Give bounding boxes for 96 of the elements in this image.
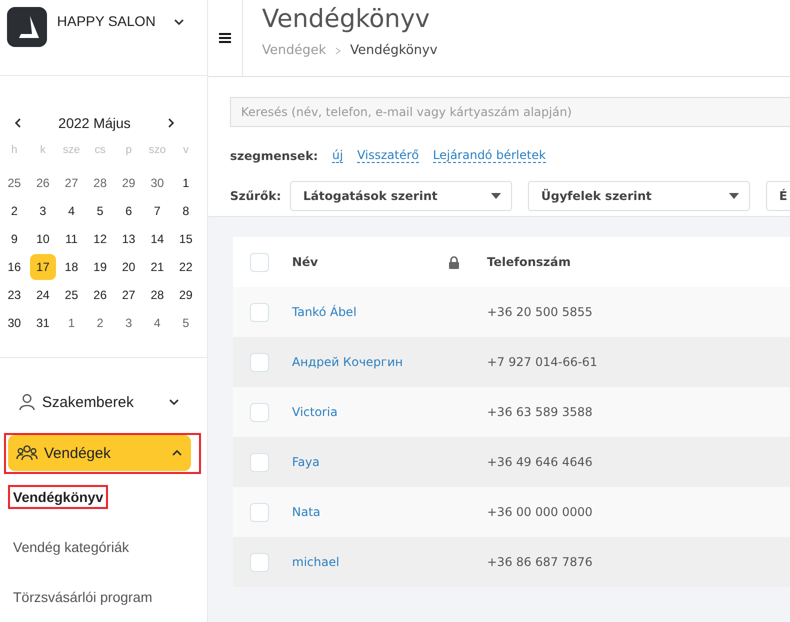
calendar-day[interactable]: 26 <box>87 282 114 308</box>
calendar-day[interactable]: 24 <box>30 282 56 308</box>
calendar-day[interactable]: 29 <box>172 282 199 308</box>
calendar-day[interactable]: 10 <box>30 226 56 252</box>
nav-item[interactable]: Szakemberek <box>10 384 188 420</box>
filter-dropdown[interactable]: Látogatások szerint <box>290 181 512 211</box>
calendar-day[interactable]: 5 <box>87 198 114 224</box>
phone-cell: +36 20 500 5855 <box>487 305 592 319</box>
calendar-day[interactable]: 9 <box>1 226 28 252</box>
calendar-day[interactable]: 3 <box>30 198 56 224</box>
calendar-day[interactable]: 26 <box>30 170 56 196</box>
search-field[interactable]: Keresés (név, telefon, e-mail vagy kártyaszám alapján) <box>230 97 790 127</box>
calendar-day[interactable]: 15 <box>172 226 199 252</box>
calendar-day[interactable]: 29 <box>116 170 142 196</box>
weekday-label: p <box>124 144 133 158</box>
calendar-day[interactable]: 6 <box>116 198 142 224</box>
guest-name-link[interactable]: Victoria <box>292 405 338 419</box>
weekday-label: szo <box>148 144 167 158</box>
calendar-day[interactable]: 4 <box>58 198 84 224</box>
calendar-day[interactable]: 12 <box>87 226 114 252</box>
phone-cell: +36 86 687 7876 <box>487 555 592 569</box>
calendar-day[interactable]: 28 <box>144 282 170 308</box>
lock-icon <box>448 256 460 268</box>
calendar-day[interactable]: 3 <box>116 310 142 336</box>
calendar-day[interactable]: 30 <box>1 310 28 336</box>
row-checkbox[interactable] <box>250 402 269 422</box>
calendar-day[interactable]: 2 <box>1 198 28 224</box>
filter-dropdown[interactable]: É <box>766 181 790 211</box>
filters-label: Szűrők: <box>230 189 282 203</box>
guest-name-link[interactable]: Андрей Кочергин <box>292 355 403 369</box>
brand-name: HAPPY SALON <box>57 13 157 29</box>
guest-name-link[interactable]: michael <box>292 555 340 569</box>
calendar-day[interactable]: 28 <box>87 170 114 196</box>
breadcrumb-separator-icon <box>334 46 342 56</box>
nav-subitem[interactable]: Vendég kategóriák <box>8 535 134 559</box>
calendar-day[interactable]: 4 <box>144 310 170 336</box>
dropdown-caret-icon <box>729 193 740 199</box>
weekday-label: k <box>39 144 47 158</box>
phone-cell: +36 00 000 0000 <box>487 505 592 519</box>
row-checkbox[interactable] <box>250 552 269 572</box>
calendar-day[interactable]: 7 <box>144 198 170 224</box>
calendar-day[interactable]: 17 <box>30 254 56 280</box>
segments-label: szegmensek: <box>230 148 318 162</box>
calendar-day[interactable]: 2 <box>87 310 114 336</box>
calendar-day[interactable]: 21 <box>144 254 170 280</box>
nav-item[interactable]: Vendégek <box>8 435 191 471</box>
calendar-day[interactable]: 1 <box>58 310 84 336</box>
column-header: Név <box>292 255 318 269</box>
person-icon <box>18 393 36 411</box>
weekday-label: h <box>10 144 18 158</box>
phone-cell: +7 927 014-66-61 <box>487 355 598 369</box>
weekday-label: sze <box>62 144 82 158</box>
calendar-day[interactable]: 23 <box>1 282 28 308</box>
select-all-checkbox[interactable] <box>250 252 269 272</box>
calendar-day[interactable]: 18 <box>58 254 84 280</box>
guest-name-link[interactable]: Faya <box>292 455 320 469</box>
calendar-day[interactable]: 27 <box>58 170 84 196</box>
phone-cell: +36 63 589 3588 <box>487 405 592 419</box>
page-title: Vendégkönyv <box>262 4 431 33</box>
breadcrumb-item: Vendégkönyv <box>350 43 438 58</box>
logo-icon <box>7 7 47 47</box>
segment-link[interactable]: új <box>332 148 344 163</box>
calendar-day[interactable]: 31 <box>30 310 56 336</box>
calendar-day[interactable]: 11 <box>58 226 84 252</box>
weekday-label: cs <box>94 144 107 158</box>
calendar-day[interactable]: 30 <box>144 170 170 196</box>
nav-subitem[interactable]: Törzsvásárlói program <box>8 585 158 609</box>
nav-subitem[interactable]: Vendégkönyv <box>8 485 108 509</box>
row-checkbox[interactable] <box>250 352 269 372</box>
calendar-day[interactable]: 8 <box>172 198 199 224</box>
calendar-day[interactable]: 13 <box>116 226 142 252</box>
calendar-day[interactable]: 1 <box>172 170 199 196</box>
calendar-day[interactable]: 20 <box>116 254 142 280</box>
dropdown-caret-icon <box>491 193 502 199</box>
people-icon <box>16 444 38 462</box>
calendar-day[interactable]: 5 <box>172 310 199 336</box>
calendar-day[interactable]: 19 <box>87 254 114 280</box>
month-title: 2022 Május <box>58 115 131 131</box>
guest-name-link[interactable]: Tankó Ábel <box>292 305 357 319</box>
filter-dropdown[interactable]: Ügyfelek szerint <box>528 181 750 211</box>
segment-link[interactable]: Lejárandó bérletek <box>432 148 546 163</box>
row-checkbox[interactable] <box>250 302 269 322</box>
row-checkbox[interactable] <box>250 502 269 522</box>
row-checkbox[interactable] <box>250 452 269 472</box>
calendar-day[interactable]: 25 <box>1 170 28 196</box>
weekday-label: v <box>182 144 190 158</box>
column-header: Telefonszám <box>487 255 571 269</box>
calendar-day[interactable]: 22 <box>172 254 199 280</box>
calendar-day[interactable]: 14 <box>144 226 170 252</box>
guest-name-link[interactable]: Nata <box>292 505 320 519</box>
calendar-day[interactable]: 16 <box>1 254 28 280</box>
segment-link[interactable]: Visszatérő <box>357 148 419 163</box>
phone-cell: +36 49 646 4646 <box>487 455 592 469</box>
calendar-day[interactable]: 27 <box>116 282 142 308</box>
calendar-day[interactable]: 25 <box>58 282 84 308</box>
menu-icon <box>219 32 231 44</box>
